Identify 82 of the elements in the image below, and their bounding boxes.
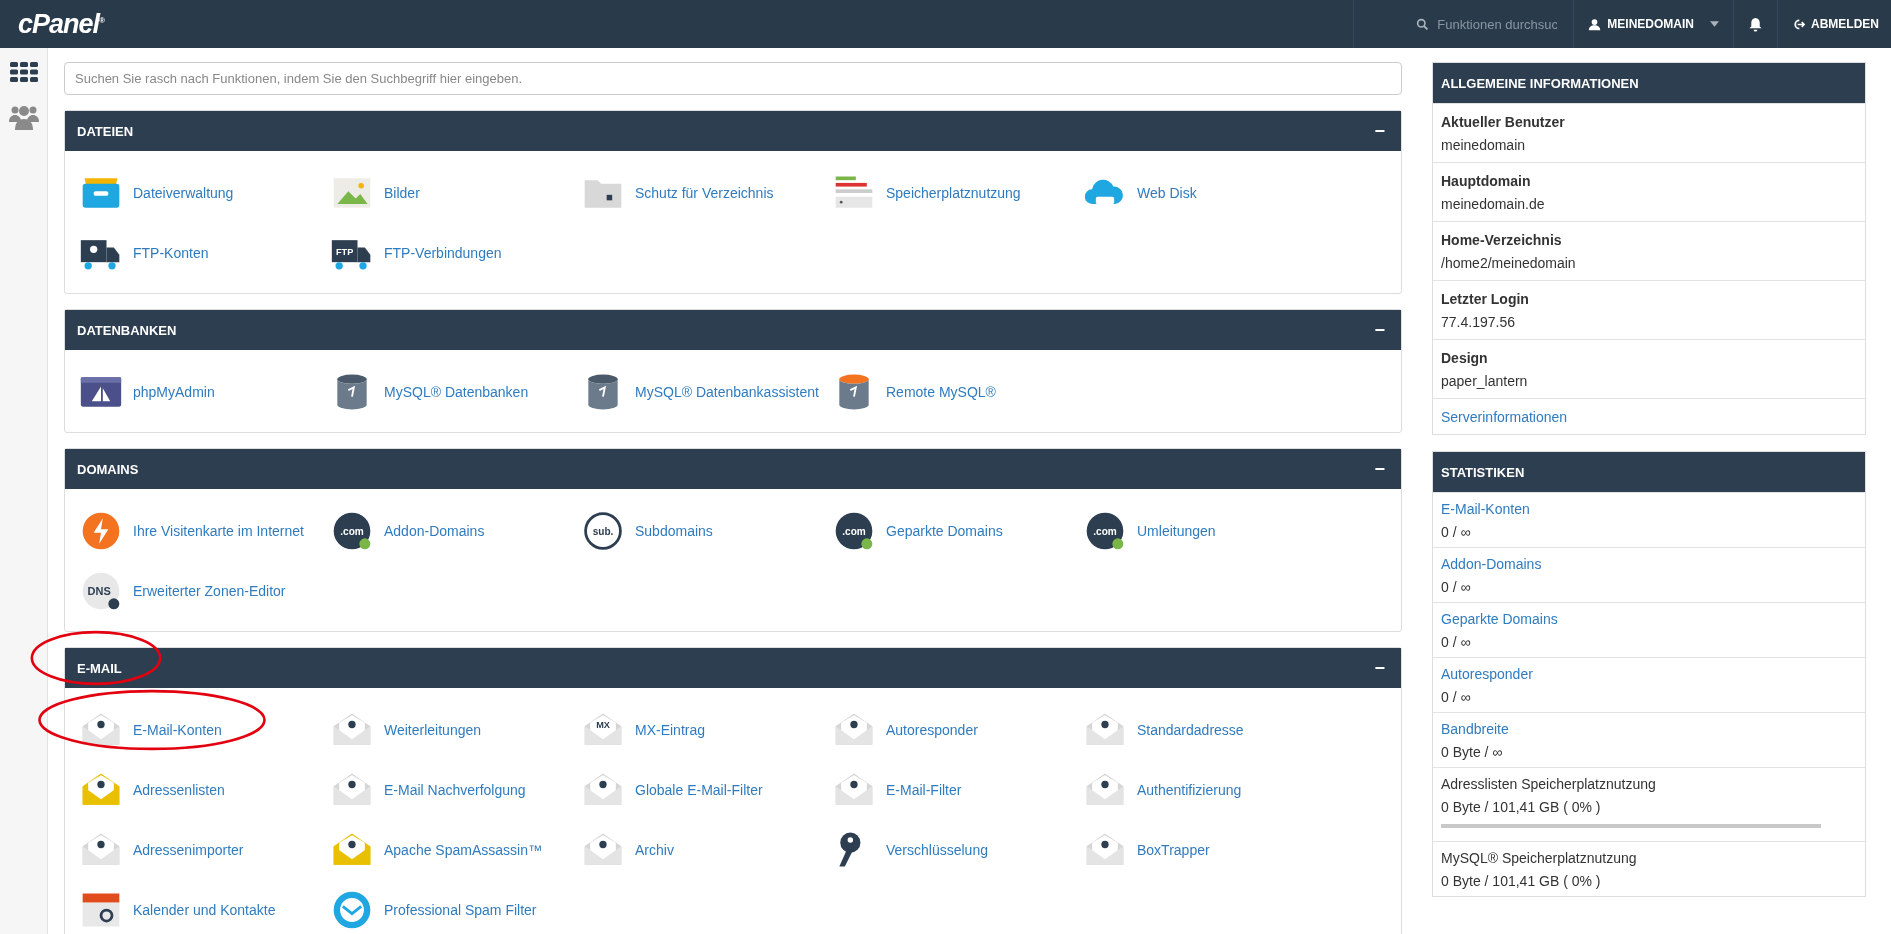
feature-link[interactable]: Erweiterter Zonen-Editor — [133, 583, 286, 599]
feature-link[interactable]: Speicherplatznutzung — [886, 185, 1021, 201]
feature-link[interactable]: Dateiverwaltung — [133, 185, 234, 201]
feature-link[interactable]: Autoresponder — [886, 722, 978, 738]
stat-label: MySQL® Speicherplatznutzung — [1441, 850, 1638, 866]
collapse-button[interactable]: − — [1370, 120, 1389, 142]
stat-value: 0 Byte / 101,41 GB ( 0% ) — [1441, 873, 1602, 889]
info-value: 77.4.197.56 — [1441, 314, 1516, 330]
feature-link[interactable]: BoxTrapper — [1137, 842, 1210, 858]
feature-link[interactable]: Bilder — [384, 185, 420, 201]
feature-link[interactable]: Weiterleitungen — [384, 722, 482, 738]
feature-link[interactable]: Ihre Visitenkarte im Internet — [133, 523, 304, 539]
collapse-button[interactable]: − — [1370, 458, 1389, 480]
feature-link[interactable]: Kalender und Kontakte — [133, 902, 276, 918]
info-value: meinedomain — [1441, 137, 1527, 153]
feature-link[interactable]: MySQL® Datenbanken — [384, 384, 529, 400]
section-title: DOMAINS — [77, 461, 139, 477]
users-icon[interactable] — [8, 104, 39, 130]
feature-link[interactable]: Globale E-Mail-Filter — [635, 782, 763, 798]
feature-link[interactable]: FTP-Verbindungen — [384, 245, 502, 261]
feature-link[interactable]: E-Mail Nachverfolgung — [384, 782, 526, 798]
feature-link[interactable]: Adressenimporter — [133, 842, 244, 858]
stat-value: 0 Byte / 101,41 GB ( 0% ) — [1441, 799, 1602, 815]
feature-link[interactable]: MySQL® Datenbankassistent — [635, 384, 819, 400]
collapse-button[interactable]: − — [1370, 657, 1389, 679]
stat-link[interactable]: Addon-Domains — [1441, 556, 1857, 572]
feature-link[interactable]: Verschlüsselung — [886, 842, 988, 858]
feature-link[interactable]: E-Mail-Konten — [133, 722, 222, 738]
search-field[interactable]: Suchen Sie rasch nach Funktionen, indem Sie den Suchbegriff hier eingeben. — [64, 62, 1402, 95]
feature-link[interactable]: Schutz für Verzeichnis — [635, 185, 774, 201]
search-icon — [1416, 17, 1430, 31]
subdomain-icon: sub. — [581, 509, 625, 553]
caret-icon — [1710, 21, 1719, 27]
feature-link[interactable]: Umleitungen — [1137, 523, 1216, 539]
bell-icon — [1748, 16, 1763, 32]
stat-value: 0 / ∞ — [1441, 634, 1472, 650]
feature-link[interactable]: Authentifizierung — [1137, 782, 1242, 798]
grid-menu-icon[interactable] — [9, 62, 38, 82]
logout-icon — [1792, 17, 1805, 31]
section-title: DATENBANKEN — [77, 322, 177, 338]
stat-value: 0 Byte / ∞ — [1441, 744, 1504, 760]
stat-label: Adresslisten Speicherplatznutzung — [1441, 776, 1657, 792]
collapse-button[interactable]: − — [1370, 319, 1389, 341]
section-title: E-MAIL — [77, 660, 122, 676]
stat-link[interactable]: Autoresponder — [1441, 666, 1857, 682]
feature-link[interactable]: Web Disk — [1137, 185, 1197, 201]
stat-link[interactable]: Geparkte Domains — [1441, 611, 1857, 627]
feature-link[interactable]: Standardadresse — [1137, 722, 1244, 738]
feature-link[interactable]: Addon-Domains — [384, 523, 485, 539]
feature-link[interactable]: FTP-Konten — [133, 245, 209, 261]
feature-link[interactable]: phpMyAdmin — [133, 384, 215, 400]
feature-link[interactable]: Adressenlisten — [133, 782, 225, 798]
info-value: meinedomain.de — [1441, 196, 1546, 212]
cpanel-logo[interactable]: cPanel$^{®}$ — [18, 8, 104, 40]
info-label: Hauptdomain — [1441, 173, 1532, 189]
user-icon — [1588, 17, 1602, 31]
info-value: paper_lantern — [1441, 373, 1529, 389]
info-label: Home-Verzeichnis — [1441, 232, 1563, 248]
stat-value: 0 / ∞ — [1441, 689, 1472, 705]
info-link[interactable]: Serverinformationen — [1441, 409, 1857, 425]
section-title: DATEIEN — [77, 123, 134, 139]
feature-link[interactable]: Geparkte Domains — [886, 523, 1003, 539]
stat-value: 0 / ∞ — [1441, 579, 1472, 595]
panel-title: ALLGEMEINE INFORMATIONEN — [1441, 75, 1639, 91]
feature-link[interactable]: Professional Spam Filter — [384, 902, 537, 918]
feature-link[interactable]: Remote MySQL® — [886, 384, 996, 400]
stat-value: 0 / ∞ — [1441, 524, 1472, 540]
function-search-field[interactable]: Funktionen durchsuc — [1435, 15, 1560, 33]
feature-link[interactable]: Subdomains — [635, 523, 713, 539]
feature-link[interactable]: E-Mail-Filter — [886, 782, 962, 798]
info-label: Letzter Login — [1441, 291, 1530, 307]
info-value: /home2/meinedomain — [1441, 255, 1577, 271]
panel-title: STATISTIKEN — [1441, 464, 1525, 480]
feature-link[interactable]: Archiv — [635, 842, 674, 858]
feature-link[interactable]: Apache SpamAssassin™ — [384, 842, 542, 858]
stat-link[interactable]: E-Mail-Konten — [1441, 501, 1857, 517]
stat-link[interactable]: Bandbreite — [1441, 721, 1857, 737]
user-menu-button[interactable]: MEINEDOMAIN — [1573, 0, 1733, 48]
logout-button[interactable]: ABMELDEN — [1777, 0, 1891, 48]
info-label: Aktueller Benutzer — [1441, 114, 1566, 130]
info-label: Design — [1441, 350, 1489, 366]
feature-link[interactable]: MX-Eintrag — [635, 722, 706, 738]
